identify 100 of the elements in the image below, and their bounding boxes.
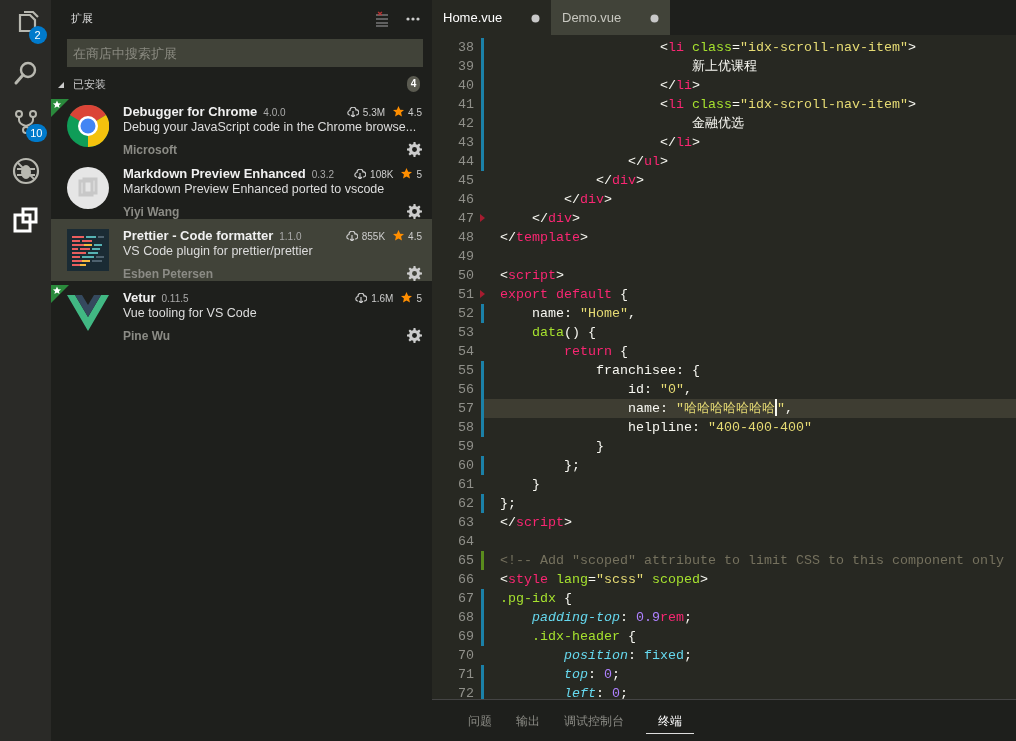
code-token: </ <box>596 172 612 190</box>
code-token: return <box>564 343 612 361</box>
line-number: 49 <box>457 248 474 266</box>
author-name: Esben Petersen <box>123 266 215 283</box>
code-token: { <box>620 286 628 304</box>
code-token: ; <box>620 685 628 699</box>
activity-button[interactable]: 2 <box>2 4 49 44</box>
author-name: Pine Wu <box>123 328 172 345</box>
download-count: 108K <box>370 168 394 182</box>
code-token: , <box>628 305 636 323</box>
code-token: { <box>628 628 636 646</box>
extension-item[interactable]: Debugger for Chrome 4.0.0 5.3M 4.5 Debug your JavaScript code in the Chrome browse... Microsoft <box>51 95 432 157</box>
code-token: fixed <box>644 647 684 665</box>
code-token: "Home" <box>580 305 628 323</box>
panel-tab[interactable]: 终端 <box>646 700 694 734</box>
code-token: : <box>588 666 597 684</box>
extension-logo-icon <box>67 229 109 271</box>
badge-count: 10 <box>26 124 47 142</box>
code-token: div <box>612 172 636 190</box>
version-label: 4.0.0 <box>263 106 287 120</box>
code-token: top <box>564 666 588 684</box>
editor-tab[interactable]: Demo.vue <box>551 0 670 35</box>
editor-tab[interactable]: Home.vue <box>432 0 551 35</box>
code-token: ; <box>684 609 692 627</box>
code-token: export default <box>500 286 612 304</box>
download-count: 1.6M <box>371 292 394 306</box>
section-title[interactable]: 已安装 <box>73 75 407 93</box>
line-number: 64 <box>457 533 474 551</box>
code-token: > <box>660 153 668 171</box>
code-token: > <box>572 210 580 228</box>
code-token: "idx-scroll-nav-item" <box>739 39 908 57</box>
code-token: div <box>548 210 572 228</box>
count-badge: 4 <box>407 76 420 92</box>
extension-description: Vue tooling for VS Code <box>123 305 257 322</box>
activity-button[interactable]: 10 <box>2 102 49 142</box>
search-field[interactable]: 在商店中搜索扩展 <box>67 39 423 67</box>
author-name: Microsoft <box>123 142 178 159</box>
fold-marker-icon[interactable] <box>480 214 485 223</box>
code-token: > <box>564 514 572 532</box>
extension-name: Vetur <box>123 289 156 307</box>
code-token: left <box>564 685 596 699</box>
code-token: = <box>731 96 740 114</box>
code-token: " <box>777 400 785 418</box>
fold-marker-icon[interactable] <box>480 290 485 299</box>
line-number: 42 <box>457 115 474 133</box>
code-token: , <box>684 381 692 399</box>
code-token: script <box>516 514 564 532</box>
code-token: }; <box>564 457 580 475</box>
line-number: 69 <box>457 628 474 646</box>
extension-name: Debugger for Chrome <box>123 103 258 121</box>
code-token: li <box>675 77 692 95</box>
code-token: </ <box>532 210 548 228</box>
extensions-icon <box>11 206 40 234</box>
rating-value: 4.5 <box>408 230 422 244</box>
line-number: 43 <box>457 134 474 152</box>
extension-logo-icon <box>67 105 109 147</box>
extension-item[interactable]: Vetur 0.11.5 1.6M 5 Vue tooling for VS Code Pine Wu <box>51 281 432 343</box>
extension-name: Prettier - Code formatter <box>123 227 274 245</box>
code-token: { <box>620 343 628 361</box>
line-number: 72 <box>457 685 474 699</box>
code-token: </ <box>500 229 516 247</box>
code-token: > <box>691 134 700 152</box>
code-token: }; <box>500 495 516 513</box>
line-number: 59 <box>457 438 474 456</box>
code-token: 0.9 <box>636 609 660 627</box>
code-token: > <box>556 267 564 285</box>
panel-tab[interactable]: 输出 <box>504 700 552 734</box>
line-number: 65 <box>457 552 474 570</box>
line-number: 66 <box>457 571 474 589</box>
line-number: 47 <box>457 210 474 228</box>
code-token: helpline: <box>628 419 701 437</box>
code-token: > <box>691 77 700 95</box>
clear-icon[interactable] <box>374 9 390 27</box>
code-token: script <box>508 267 556 285</box>
author-name: Yiyi Wang <box>123 204 181 221</box>
line-number: 52 <box>457 305 474 323</box>
line-number: 67 <box>457 590 474 608</box>
code-token: ; <box>684 647 692 665</box>
version-label: 0.3.2 <box>311 168 336 182</box>
extension-item[interactable]: Markdown Preview Enhanced 0.3.2 108K 5 Markdown Preview Enhanced ported to vscode Yiyi Wang <box>51 157 432 219</box>
code-token: > <box>907 39 916 57</box>
panel-tab[interactable]: 问题 <box>456 700 504 734</box>
code-token: </ <box>659 77 676 95</box>
extension-item[interactable]: Prettier - Code formatter 1.1.0 855K 4.5 VS Code plugin for prettier/prettier Esben Petersen <box>51 219 432 281</box>
line-number: 50 <box>457 267 474 285</box>
line-number: 51 <box>457 286 474 304</box>
code-token: class <box>691 96 732 114</box>
rating-value: 4.5 <box>408 106 422 120</box>
code-token: lang <box>556 571 588 589</box>
code-token: > <box>907 96 916 114</box>
line-number: 71 <box>457 666 474 684</box>
code-token: "0" <box>660 381 684 399</box>
panel-tab[interactable]: 调试控制台 <box>552 700 636 734</box>
line-number: 63 <box>457 514 474 532</box>
line-number: 39 <box>457 58 474 76</box>
badge-count: 2 <box>28 26 47 44</box>
extension-description: VS Code plugin for prettier/prettier <box>123 243 313 260</box>
code-token: div <box>580 191 604 209</box>
code-token: () { <box>564 324 596 342</box>
line-number: 56 <box>457 381 474 399</box>
